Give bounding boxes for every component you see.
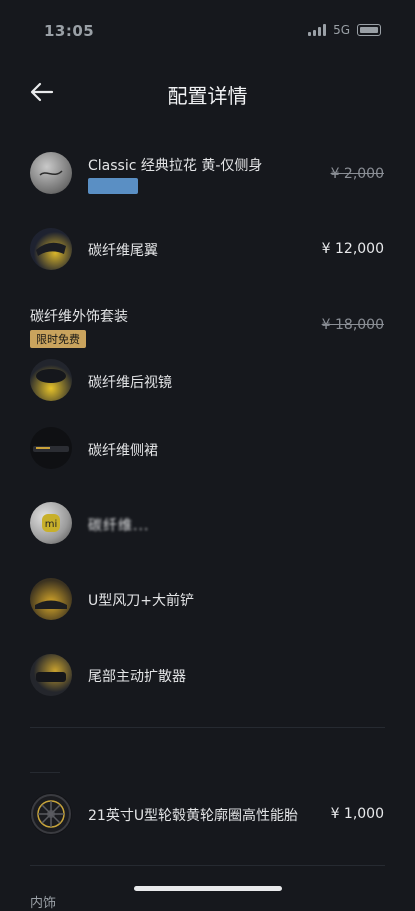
color-swatch [88, 178, 138, 194]
network-label: 5G [333, 23, 350, 37]
free-badge: 限时免费 [30, 330, 86, 348]
front-splitter-thumb-icon [30, 578, 72, 620]
item-price: ¥ 12,000 [321, 241, 384, 257]
divider [30, 727, 385, 728]
item-price: ¥ 1,000 [330, 806, 384, 822]
battery-icon [357, 24, 381, 36]
item-name: 21英寸U型轮毂黄轮廓圈高性能胎 [88, 808, 299, 824]
item-name: 碳纤维侧裙 [88, 443, 158, 459]
decal-thumb-icon [30, 152, 72, 194]
mirror-thumb-icon [30, 359, 72, 401]
signal-icon [308, 24, 327, 36]
wheel-thumb-icon [30, 793, 72, 835]
package-header: 碳纤维外饰套装 限时免费 ¥ 18,000 [0, 306, 415, 352]
status-time: 13:05 [44, 22, 95, 40]
status-icons: 5G [308, 23, 381, 37]
config-item-wheel[interactable]: 21英寸U型轮毂黄轮廓圈高性能胎 ¥ 1,000 [0, 793, 415, 839]
item-name: 碳纤维尾翼 [88, 243, 158, 259]
config-item-side-skirt[interactable]: 碳纤维侧裙 [0, 427, 415, 473]
package-price: ¥ 18,000 [321, 317, 384, 333]
status-bar: 13:05 5G [0, 0, 415, 60]
header: 配置详情 [0, 70, 415, 114]
config-item-front-splitter[interactable]: U型风刀+大前铲 [0, 578, 415, 624]
side-skirt-thumb-icon [30, 427, 72, 469]
item-name: 尾部主动扩散器 [88, 669, 186, 685]
item-name: Classic 经典拉花 黄-仅侧身 [88, 158, 263, 174]
section-label: 内饰 [30, 896, 57, 911]
item-price: ¥ 2,000 [330, 166, 384, 182]
home-indicator[interactable] [134, 886, 282, 891]
divider [30, 865, 385, 866]
config-item-spoiler[interactable]: 碳纤维尾翼 ¥ 12,000 [0, 228, 415, 274]
diffuser-thumb-icon [30, 654, 72, 696]
spoiler-thumb-icon [30, 228, 72, 270]
svg-text:mi: mi [45, 519, 58, 530]
divider-short [30, 772, 60, 773]
item-name: U型风刀+大前铲 [88, 593, 194, 609]
package-title: 碳纤维外饰套装 [30, 309, 128, 325]
logo-badge-thumb-icon: mi [30, 502, 72, 544]
config-item-badge[interactable]: mi 碳纤维... [0, 502, 415, 548]
item-name: 碳纤维... [88, 518, 150, 534]
config-item-mirror[interactable]: 碳纤维后视镜 [0, 359, 415, 405]
config-item-diffuser[interactable]: 尾部主动扩散器 [0, 654, 415, 700]
page-title: 配置详情 [167, 84, 248, 108]
config-item-decal[interactable]: Classic 经典拉花 黄-仅侧身 ¥ 2,000 [0, 150, 415, 200]
item-name: 碳纤维后视镜 [88, 375, 172, 391]
